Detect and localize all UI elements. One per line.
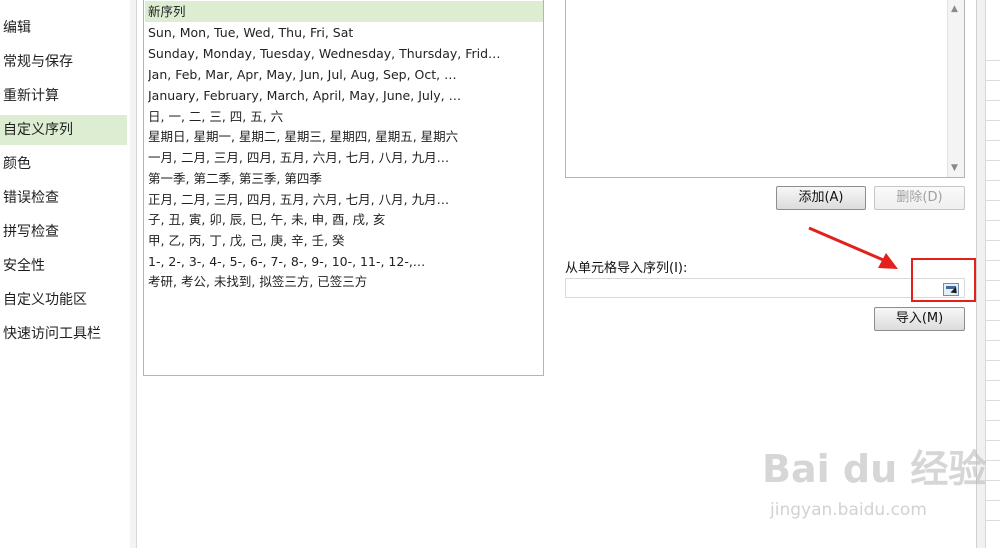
scroll-down-icon[interactable]: ▼ [951,163,958,173]
list-item-new-list[interactable]: 新序列 [145,1,543,22]
annotation-highlight-box [911,258,976,302]
nav-item-customize-ribbon[interactable]: 自定义功能区 [0,285,127,315]
list-item[interactable]: 甲, 乙, 丙, 丁, 戊, 己, 庚, 辛, 壬, 癸 [148,230,541,251]
list-item[interactable]: 一月, 二月, 三月, 四月, 五月, 六月, 七月, 八月, 九月… [148,147,541,168]
list-item[interactable]: 子, 丑, 寅, 卯, 辰, 巳, 午, 未, 申, 酉, 戌, 亥 [148,209,541,230]
nav-divider [130,0,137,548]
list-item[interactable]: Jan, Feb, Mar, Apr, May, Jun, Jul, Aug, … [148,64,541,85]
baidu-watermark-url: jingyan.baidu.com [770,500,927,520]
nav-item-general-save[interactable]: 常规与保存 [0,47,127,77]
entries-scrollbar[interactable]: ▲ ▼ [947,0,964,177]
list-item[interactable]: 考研, 考公, 未找到, 拟签三方, 已签三方 [148,271,541,292]
sheet-grid-edge [985,0,1000,548]
nav-item-edit[interactable]: 编辑 [0,13,127,43]
add-button[interactable]: 添加(A) [776,186,866,210]
list-item[interactable]: 日, 一, 二, 三, 四, 五, 六 [148,106,541,127]
list-item[interactable]: 第一季, 第二季, 第三季, 第四季 [148,168,541,189]
nav-item-quick-access-toolbar[interactable]: 快速访问工具栏 [0,319,127,349]
custom-lists-listbox[interactable]: 新序列 Sun, Mon, Tue, Wed, Thu, Fri, Sat Su… [143,0,544,376]
list-item[interactable]: Sunday, Monday, Tuesday, Wednesday, Thur… [148,43,541,64]
nav-item-error-check[interactable]: 错误检查 [0,183,127,213]
nav-item-color[interactable]: 颜色 [0,149,127,179]
nav-item-custom-lists[interactable]: 自定义序列 [0,115,127,145]
delete-button[interactable]: 删除(D) [874,186,965,210]
list-item[interactable]: Sun, Mon, Tue, Wed, Thu, Fri, Sat [148,22,541,43]
list-item[interactable]: 星期日, 星期一, 星期二, 星期三, 星期四, 星期五, 星期六 [148,126,541,147]
baidu-watermark-logo: Bai du 经验 [762,447,987,491]
import-range-input[interactable] [565,278,965,298]
nav-item-spell-check[interactable]: 拼写检查 [0,217,127,247]
import-button[interactable]: 导入(M) [874,307,965,331]
scroll-up-icon[interactable]: ▲ [951,4,958,14]
list-item[interactable]: 正月, 二月, 三月, 四月, 五月, 六月, 七月, 八月, 九月… [148,189,541,210]
import-from-cells-label: 从单元格导入序列(I): [565,261,688,276]
annotation-arrow-icon [808,226,898,269]
options-nav: 编辑 常规与保存 重新计算 自定义序列 颜色 错误检查 拼写检查 安全性 自定义… [0,0,131,548]
nav-item-security[interactable]: 安全性 [0,251,127,281]
nav-item-recalculate[interactable]: 重新计算 [0,81,127,111]
list-item[interactable]: January, February, March, April, May, Ju… [148,85,541,106]
list-entries-textbox[interactable]: ▲ ▼ [565,0,965,178]
list-item[interactable]: 1-, 2-, 3-, 4-, 5-, 6-, 7-, 8-, 9-, 10-,… [148,251,541,272]
